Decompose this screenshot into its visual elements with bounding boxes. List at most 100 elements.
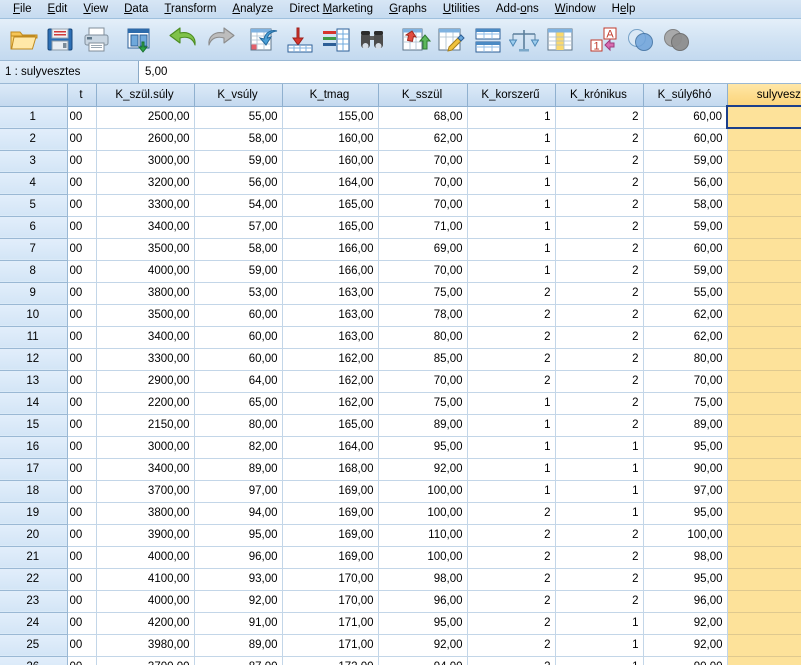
cell-k_sszul[interactable]: 96,00: [378, 590, 468, 613]
cell-partial[interactable]: 00: [67, 172, 97, 195]
table-row[interactable]: 20003900,0095,00169,00110,0022100,005,00: [0, 523, 801, 547]
row-number[interactable]: 17: [0, 457, 68, 481]
cell-k_suly6ho[interactable]: 98,00: [643, 546, 728, 569]
cell-k_suly6ho[interactable]: 59,00: [643, 150, 728, 173]
row-number[interactable]: 10: [0, 303, 68, 327]
row-number[interactable]: 13: [0, 369, 68, 393]
table-row[interactable]: 6003400,0057,00165,0071,001259,002,00: [0, 215, 801, 239]
cell-k_sszul[interactable]: 75,00: [378, 392, 468, 415]
cell-k_tmag[interactable]: 155,00: [282, 106, 379, 129]
cell-k_kronikus[interactable]: 2: [555, 348, 644, 371]
cell-k_suly6ho[interactable]: 75,00: [643, 392, 728, 415]
cell-k_tmag[interactable]: 169,00: [282, 546, 379, 569]
cell-k_tmag[interactable]: 162,00: [282, 392, 379, 415]
table-row[interactable]: 11003400,0060,00163,0080,002262,002,00: [0, 325, 801, 349]
table-row[interactable]: 26003700,0087,00172,0094,002190,00,: [0, 655, 801, 665]
cell-k_tmag[interactable]: 163,00: [282, 326, 379, 349]
table-row[interactable]: 19003800,0094,00169,00100,002195,00,: [0, 501, 801, 525]
cell-partial[interactable]: 00: [67, 480, 97, 503]
cell-partial[interactable]: 00: [67, 458, 97, 481]
row-number[interactable]: 12: [0, 347, 68, 371]
cell-k_szul_suly[interactable]: 4000,00: [96, 260, 195, 283]
cell-k_vsuly[interactable]: 60,00: [194, 304, 283, 327]
cell-k_suly6ho[interactable]: 56,00: [643, 172, 728, 195]
cell-k_korszeru[interactable]: 1: [467, 458, 556, 481]
table-row[interactable]: 22004100,0093,00170,0098,002295,002,00: [0, 567, 801, 591]
grid-corner-header[interactable]: [0, 84, 68, 107]
cell-k_sszul[interactable]: 92,00: [378, 634, 468, 657]
cell-k_vsuly[interactable]: 53,00: [194, 282, 283, 305]
cell-sulyvesztes[interactable]: 2,00: [727, 546, 801, 569]
column-header-k_tmag[interactable]: K_tmag: [281, 84, 379, 107]
cell-k_korszeru[interactable]: 2: [467, 524, 556, 547]
print-icon[interactable]: [78, 22, 114, 58]
menu-item-help[interactable]: Help: [604, 1, 644, 18]
cell-sulyvesztes[interactable]: ,00: [727, 260, 801, 283]
cell-k_korszeru[interactable]: 2: [467, 370, 556, 393]
row-number[interactable]: 22: [0, 567, 68, 591]
cell-sulyvesztes[interactable]: ,: [727, 612, 801, 635]
cell-k_kronikus[interactable]: 2: [555, 216, 644, 239]
cell-sulyvesztes[interactable]: 9,00: [727, 414, 801, 437]
cell-k_szul_suly[interactable]: 3400,00: [96, 216, 195, 239]
row-number[interactable]: 25: [0, 633, 68, 657]
cell-k_szul_suly[interactable]: 3800,00: [96, 502, 195, 525]
cell-partial[interactable]: 00: [67, 348, 97, 371]
cell-k_korszeru[interactable]: 2: [467, 568, 556, 591]
cell-partial[interactable]: 00: [67, 150, 97, 173]
cell-k_sszul[interactable]: 100,00: [378, 480, 468, 503]
cell-k_sszul[interactable]: 62,00: [378, 128, 468, 151]
menu-item-edit[interactable]: Edit: [40, 1, 76, 18]
undo-icon[interactable]: [166, 22, 202, 58]
cell-partial[interactable]: 00: [67, 634, 97, 657]
cell-k_sszul[interactable]: 95,00: [378, 436, 468, 459]
open-file-icon[interactable]: [6, 22, 42, 58]
cell-partial[interactable]: 00: [67, 194, 97, 217]
cell-k_vsuly[interactable]: 60,00: [194, 348, 283, 371]
column-header-k_korszeru[interactable]: K_korszerű: [466, 84, 556, 107]
cell-partial[interactable]: 00: [67, 326, 97, 349]
row-number[interactable]: 1: [0, 105, 68, 129]
cell-k_tmag[interactable]: 172,00: [282, 656, 379, 665]
cell-k_sszul[interactable]: 70,00: [378, 370, 468, 393]
cell-k_szul_suly[interactable]: 4100,00: [96, 568, 195, 591]
cell-k_suly6ho[interactable]: 95,00: [643, 568, 728, 591]
table-row[interactable]: 10003500,0060,00163,0078,002262,002,00: [0, 303, 801, 327]
cell-k_kronikus[interactable]: 2: [555, 172, 644, 195]
row-number[interactable]: 24: [0, 611, 68, 635]
cell-k_korszeru[interactable]: 1: [467, 172, 556, 195]
row-number[interactable]: 4: [0, 171, 68, 195]
cell-sulyvesztes[interactable]: 2,00: [727, 326, 801, 349]
save-icon[interactable]: [42, 22, 78, 58]
cell-k_szul_suly[interactable]: 2200,00: [96, 392, 195, 415]
table-row[interactable]: 8004000,0059,00166,0070,001259,00,00: [0, 259, 801, 283]
cell-k_korszeru[interactable]: 1: [467, 436, 556, 459]
cell-k_korszeru[interactable]: 2: [467, 634, 556, 657]
goto-case-icon[interactable]: [246, 22, 282, 58]
cell-sulyvesztes[interactable]: 4,00: [727, 194, 801, 217]
cell-k_sszul[interactable]: 98,00: [378, 568, 468, 591]
column-header-k_suly6ho[interactable]: K_súly6hó: [642, 84, 728, 107]
table-row[interactable]: 7003500,0058,00166,0069,001260,002,00: [0, 237, 801, 261]
cell-k_tmag[interactable]: 166,00: [282, 260, 379, 283]
cell-k_tmag[interactable]: 162,00: [282, 370, 379, 393]
cell-k_kronikus[interactable]: 2: [555, 392, 644, 415]
cell-k_tmag[interactable]: 168,00: [282, 458, 379, 481]
cell-k_suly6ho[interactable]: 92,00: [643, 634, 728, 657]
cell-k_korszeru[interactable]: 1: [467, 150, 556, 173]
cell-k_kronikus[interactable]: 2: [555, 260, 644, 283]
cell-k_sszul[interactable]: 70,00: [378, 194, 468, 217]
cell-k_vsuly[interactable]: 92,00: [194, 590, 283, 613]
cell-k_kronikus[interactable]: 2: [555, 568, 644, 591]
cell-k_kronikus[interactable]: 2: [555, 370, 644, 393]
table-row[interactable]: 23004000,0092,00170,0096,002296,004,00: [0, 589, 801, 613]
cell-partial[interactable]: 00: [67, 568, 97, 591]
cell-k_vsuly[interactable]: 87,00: [194, 656, 283, 665]
cell-value-input[interactable]: 5,00: [139, 61, 801, 83]
cell-k_tmag[interactable]: 170,00: [282, 568, 379, 591]
cell-k_vsuly[interactable]: 57,00: [194, 216, 283, 239]
cell-k_szul_suly[interactable]: 2500,00: [96, 106, 195, 129]
cell-k_szul_suly[interactable]: 3700,00: [96, 480, 195, 503]
cell-k_sszul[interactable]: 100,00: [378, 502, 468, 525]
cell-k_suly6ho[interactable]: 58,00: [643, 194, 728, 217]
